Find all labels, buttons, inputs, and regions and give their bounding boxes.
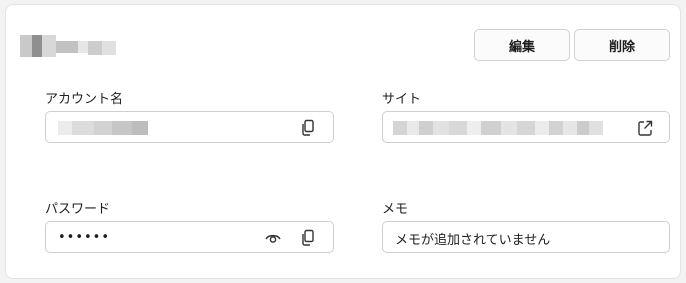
memo-value: メモが追加されていません xyxy=(395,233,551,248)
eye-icon[interactable] xyxy=(264,229,282,247)
edit-button[interactable]: 編集 xyxy=(474,29,570,61)
copy-icon[interactable] xyxy=(300,229,316,247)
site-field[interactable] xyxy=(382,111,670,143)
password-label: パスワード xyxy=(45,202,111,217)
account-field[interactable] xyxy=(45,111,334,143)
credential-card: 編集 削除 アカウント名 サイト パスワード •••••• メモ メモが追加され… xyxy=(5,4,681,279)
password-value: •••••• xyxy=(58,230,111,245)
copy-icon[interactable] xyxy=(300,119,316,137)
open-external-icon[interactable] xyxy=(637,119,653,137)
site-value-redacted xyxy=(393,121,603,135)
account-label: アカウント名 xyxy=(45,92,124,107)
memo-label: メモ xyxy=(382,202,409,217)
account-value-redacted xyxy=(58,121,150,135)
site-label: サイト xyxy=(382,92,422,107)
memo-field[interactable]: メモが追加されていません xyxy=(382,221,670,253)
entry-title-redacted xyxy=(20,35,116,57)
password-field[interactable]: •••••• xyxy=(45,221,334,253)
delete-button[interactable]: 削除 xyxy=(574,29,670,61)
